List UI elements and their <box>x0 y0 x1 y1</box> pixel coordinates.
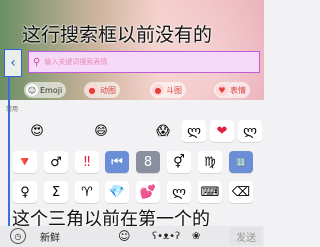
emoji-key[interactable]: ♀ <box>13 181 37 203</box>
emoji-key[interactable]: ლ <box>167 181 191 203</box>
heart-icon: ♥ <box>216 84 228 96</box>
category-label: 斗图 <box>166 85 182 95</box>
search-icon: ⚲ <box>33 56 41 68</box>
emoji-key[interactable]: ♂ <box>44 151 68 173</box>
emoji-key[interactable]: ♈ <box>75 181 99 203</box>
sticker-icon: ● <box>152 84 164 96</box>
category-emoji[interactable]: ☺ Emoji <box>24 82 67 98</box>
emoji-key[interactable]: 😄 <box>89 120 113 142</box>
emoji-key[interactable]: 💎 <box>105 181 129 203</box>
emoji-key[interactable]: ‼ <box>75 151 99 173</box>
smiley-icon[interactable]: ☺ <box>118 228 131 244</box>
category-sticker[interactable]: ● 斗图 <box>150 82 186 98</box>
category-label: 表情 <box>230 85 246 95</box>
emoji-key[interactable]: ⌨ <box>198 181 222 203</box>
section-label: 常用 <box>6 106 19 113</box>
chevron-left-icon: ‹ <box>10 55 16 71</box>
emoji-key[interactable]: ლ <box>182 120 206 142</box>
emoji-key[interactable]: 🔻 <box>13 151 37 173</box>
emoji-key[interactable]: ⏮ <box>105 151 129 173</box>
emoji-key[interactable]: ♍ <box>198 151 222 173</box>
bear-icon[interactable]: ʕ•ᴥ•ʔ <box>152 228 180 244</box>
emoji-key[interactable]: 8 <box>136 151 160 173</box>
emoji-key[interactable]: 🔢 <box>229 151 253 173</box>
category-expression[interactable]: ♥ 表情 <box>214 82 250 98</box>
category-gif[interactable]: ● 动图 <box>84 82 120 98</box>
search-bar[interactable]: ⚲ <box>28 51 260 73</box>
annotation-guide-line <box>8 77 10 235</box>
backspace-key[interactable]: ⌫ <box>229 181 253 203</box>
category-label: 动图 <box>100 85 116 95</box>
emoji-key[interactable]: 😱 <box>151 120 175 142</box>
tab-new[interactable]: 新鲜 <box>40 228 60 244</box>
emoji-key[interactable]: ⚥ <box>167 151 191 173</box>
emoji-key[interactable]: 😍 <box>25 120 49 142</box>
send-button[interactable]: 发送 <box>230 227 262 245</box>
search-input[interactable] <box>44 58 235 66</box>
clock-icon[interactable]: ◷ <box>10 228 26 244</box>
back-button[interactable]: ‹ <box>4 49 22 77</box>
gif-icon: ● <box>86 84 98 96</box>
emoji-key[interactable]: ლ <box>238 120 262 142</box>
emoji-key[interactable]: Σ <box>44 181 68 203</box>
annotation-top: 这行搜索框以前没有的 <box>22 24 213 46</box>
smiley-icon: ☺ <box>26 84 38 96</box>
emoji-key[interactable]: 💕 <box>136 181 160 203</box>
category-label: Emoji <box>40 85 63 95</box>
sticker-tab-icon[interactable]: ❀ <box>192 228 200 244</box>
emoji-key[interactable]: ❤ <box>210 120 234 142</box>
